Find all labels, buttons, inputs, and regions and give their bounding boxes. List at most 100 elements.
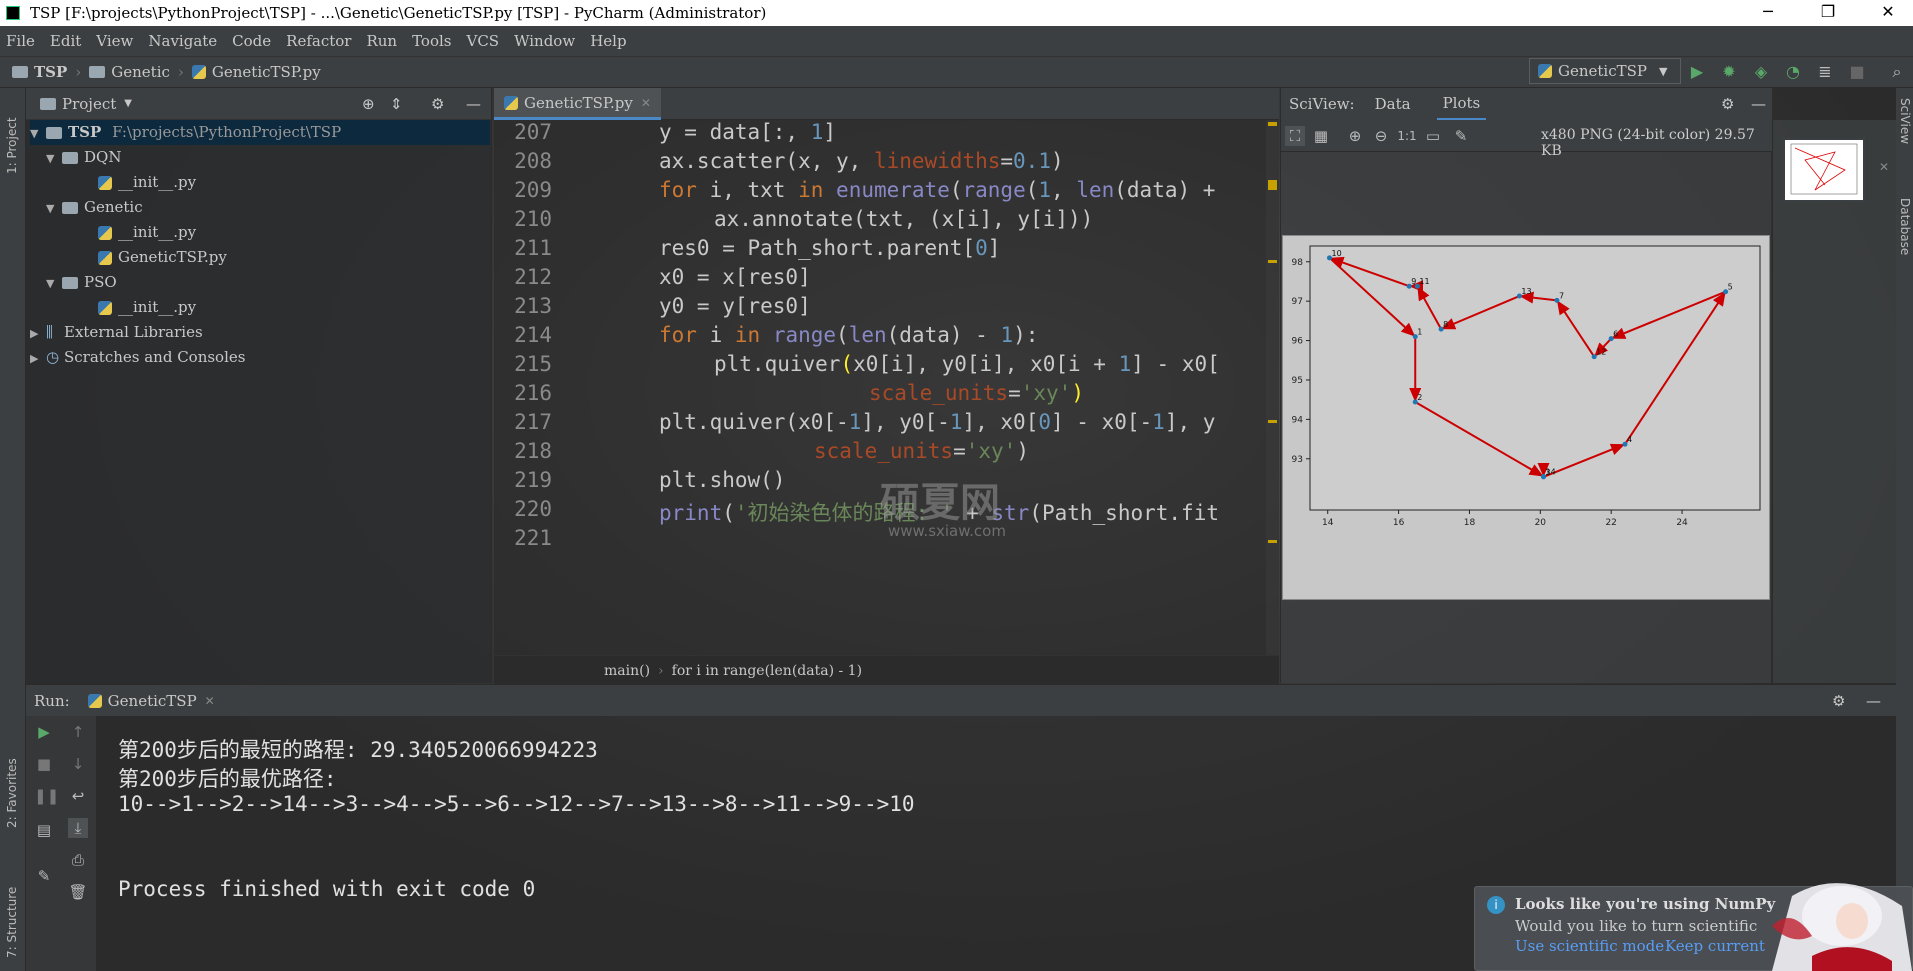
- code-line: ax.annotate(txt, (x[i], y[i])): [714, 207, 1094, 231]
- minimize-button[interactable]: ─: [1743, 0, 1793, 26]
- zoom-in-icon[interactable]: ⊕: [1345, 126, 1365, 146]
- close-tab-icon[interactable]: ✕: [205, 694, 215, 708]
- x-tick-label: 22: [1605, 518, 1616, 528]
- close-tab-icon[interactable]: ✕: [641, 96, 651, 110]
- keep-current-link[interactable]: Keep current: [1665, 937, 1765, 955]
- notification-body: Would you like to turn scientific: [1515, 917, 1758, 935]
- stop-icon[interactable]: ■: [1847, 62, 1867, 82]
- actual-size-button[interactable]: 1:1: [1397, 126, 1417, 146]
- use-scientific-mode-link[interactable]: Use scientific mode: [1515, 937, 1664, 955]
- concurrency-icon[interactable]: ≣: [1815, 62, 1835, 82]
- run-icon[interactable]: ▶: [1687, 62, 1707, 82]
- tree-item-file[interactable]: __init__.py: [98, 295, 196, 320]
- gear-icon[interactable]: ⚙: [1832, 692, 1845, 710]
- tree-item-file[interactable]: __init__.py: [98, 220, 196, 245]
- folder-icon: [12, 66, 28, 78]
- tree-item-root[interactable]: ▼ TSP F:\projects\PythonProject\TSP: [30, 120, 490, 145]
- structure-tool-tab[interactable]: 7: Structure: [5, 858, 19, 958]
- tab-genetictsp[interactable]: GeneticTSP.py ✕: [494, 88, 661, 120]
- watermark-url: www.sxiaw.com: [888, 522, 1006, 540]
- breadcrumb-project[interactable]: TSP: [34, 63, 67, 81]
- grid-icon[interactable]: ▦: [1311, 126, 1331, 146]
- city-label: 6: [1613, 330, 1618, 339]
- tree-item-genetic[interactable]: ▼ Genetic: [46, 195, 143, 220]
- line-number: 210: [514, 207, 552, 231]
- run-config-select[interactable]: GeneticTSP ▼: [1529, 58, 1681, 84]
- code-line: for i, txt in enumerate(range(1, len(dat…: [659, 178, 1229, 202]
- city-label: 1: [1417, 328, 1422, 337]
- breadcrumb-file[interactable]: GeneticTSP.py: [212, 63, 321, 81]
- tab-data[interactable]: Data: [1375, 95, 1411, 113]
- tree-item-pso[interactable]: ▼ PSO: [46, 270, 117, 295]
- project-tool-tab[interactable]: 1: Project: [5, 94, 19, 174]
- close-thumbnail-icon[interactable]: ✕: [1879, 160, 1889, 174]
- expand-arrow-icon: ▼: [46, 277, 55, 290]
- pin-icon[interactable]: ✎: [34, 866, 54, 886]
- tab-plots[interactable]: Plots: [1436, 88, 1487, 121]
- rerun-icon[interactable]: ▶: [34, 722, 54, 742]
- plot-thumbnail[interactable]: [1783, 138, 1865, 202]
- profile-icon[interactable]: ◔: [1783, 62, 1803, 82]
- city-label: 13: [1521, 287, 1531, 296]
- project-view-select[interactable]: Project: [62, 95, 116, 113]
- print-icon[interactable]: ⎙: [68, 850, 88, 870]
- line-number: 216: [514, 381, 552, 405]
- hide-icon[interactable]: —: [1866, 692, 1881, 710]
- tree-item-file[interactable]: __init__.py: [98, 170, 196, 195]
- code-line: y = data[:, 1]: [659, 120, 837, 144]
- debug-icon[interactable]: ✹: [1719, 62, 1739, 82]
- sciview-tool-tab[interactable]: SciView: [1898, 98, 1912, 158]
- gear-icon[interactable]: ⚙: [1721, 95, 1734, 113]
- menu-file[interactable]: File: [6, 32, 35, 50]
- tree-item-scratches[interactable]: ▶ ◷ Scratches and Consoles: [30, 345, 245, 370]
- menu-run[interactable]: Run: [366, 32, 397, 50]
- menu-vcs[interactable]: VCS: [467, 32, 500, 50]
- menu-tools[interactable]: Tools: [412, 32, 451, 50]
- code-line: plt.quiver(x0[-1], y0[-1], x0[0] - x0[-1…: [659, 410, 1216, 434]
- menu-help[interactable]: Help: [590, 32, 626, 50]
- stop-icon[interactable]: ■: [34, 754, 54, 774]
- breadcrumb-function[interactable]: main(): [604, 663, 650, 679]
- database-tool-tab[interactable]: Database: [1898, 198, 1912, 268]
- search-icon[interactable]: ⌕: [1887, 62, 1907, 82]
- menu-window[interactable]: Window: [514, 32, 575, 50]
- editor-scrollbar[interactable]: [1266, 120, 1279, 655]
- gear-icon[interactable]: ⚙: [431, 95, 444, 113]
- menu-view[interactable]: View: [96, 32, 133, 50]
- coverage-icon[interactable]: ◈: [1751, 62, 1771, 82]
- locate-icon[interactable]: ⊕: [362, 95, 375, 113]
- favorites-tool-tab[interactable]: 2: Favorites: [5, 738, 19, 828]
- code-line: plt.show(): [659, 468, 786, 492]
- expand-arrow-icon: ▼: [46, 152, 55, 165]
- tree-item-external-libraries[interactable]: ▶ ⫼ External Libraries: [30, 320, 203, 345]
- background-icon[interactable]: ▭: [1423, 126, 1443, 146]
- trash-icon[interactable]: 🗑: [68, 882, 88, 902]
- menu-code[interactable]: Code: [232, 32, 271, 50]
- down-arrow-icon[interactable]: ↓: [68, 754, 88, 774]
- hide-icon[interactable]: —: [1751, 95, 1766, 113]
- menu-edit[interactable]: Edit: [50, 32, 81, 50]
- scroll-to-end-icon[interactable]: ⤓: [68, 818, 88, 838]
- menu-navigate[interactable]: Navigate: [148, 32, 217, 50]
- color-picker-icon[interactable]: ✎: [1451, 126, 1471, 146]
- tree-item-file[interactable]: GeneticTSP.py: [98, 245, 227, 270]
- anime-mascot-image: [1752, 876, 1913, 971]
- zoom-out-icon[interactable]: ⊖: [1371, 126, 1391, 146]
- code-editor[interactable]: 207 208 209 210 211 212 213 214 215 216 …: [494, 120, 1279, 655]
- pause-icon[interactable]: ❚❚: [34, 786, 59, 806]
- layout-icon[interactable]: ▤: [34, 820, 54, 840]
- menu-refactor[interactable]: Refactor: [286, 32, 351, 50]
- tree-item-dqn[interactable]: ▼ DQN: [46, 145, 121, 170]
- sciview-title: SciView:: [1289, 95, 1355, 113]
- right-tool-strip: SciView Database: [1896, 88, 1913, 971]
- breadcrumb-loop[interactable]: for i in range(len(data) - 1): [672, 663, 862, 679]
- breadcrumb-folder[interactable]: Genetic: [111, 63, 170, 81]
- fit-zoom-icon[interactable]: ⛶: [1285, 126, 1305, 146]
- hide-icon[interactable]: —: [466, 95, 481, 113]
- soft-wrap-icon[interactable]: ↩: [68, 786, 88, 806]
- maximize-button[interactable]: ❐: [1803, 0, 1853, 26]
- run-tab[interactable]: GeneticTSP ✕: [87, 692, 215, 710]
- up-arrow-icon[interactable]: ↑: [68, 722, 88, 742]
- collapse-all-icon[interactable]: ⇕: [390, 95, 403, 113]
- close-button[interactable]: ✕: [1863, 0, 1913, 26]
